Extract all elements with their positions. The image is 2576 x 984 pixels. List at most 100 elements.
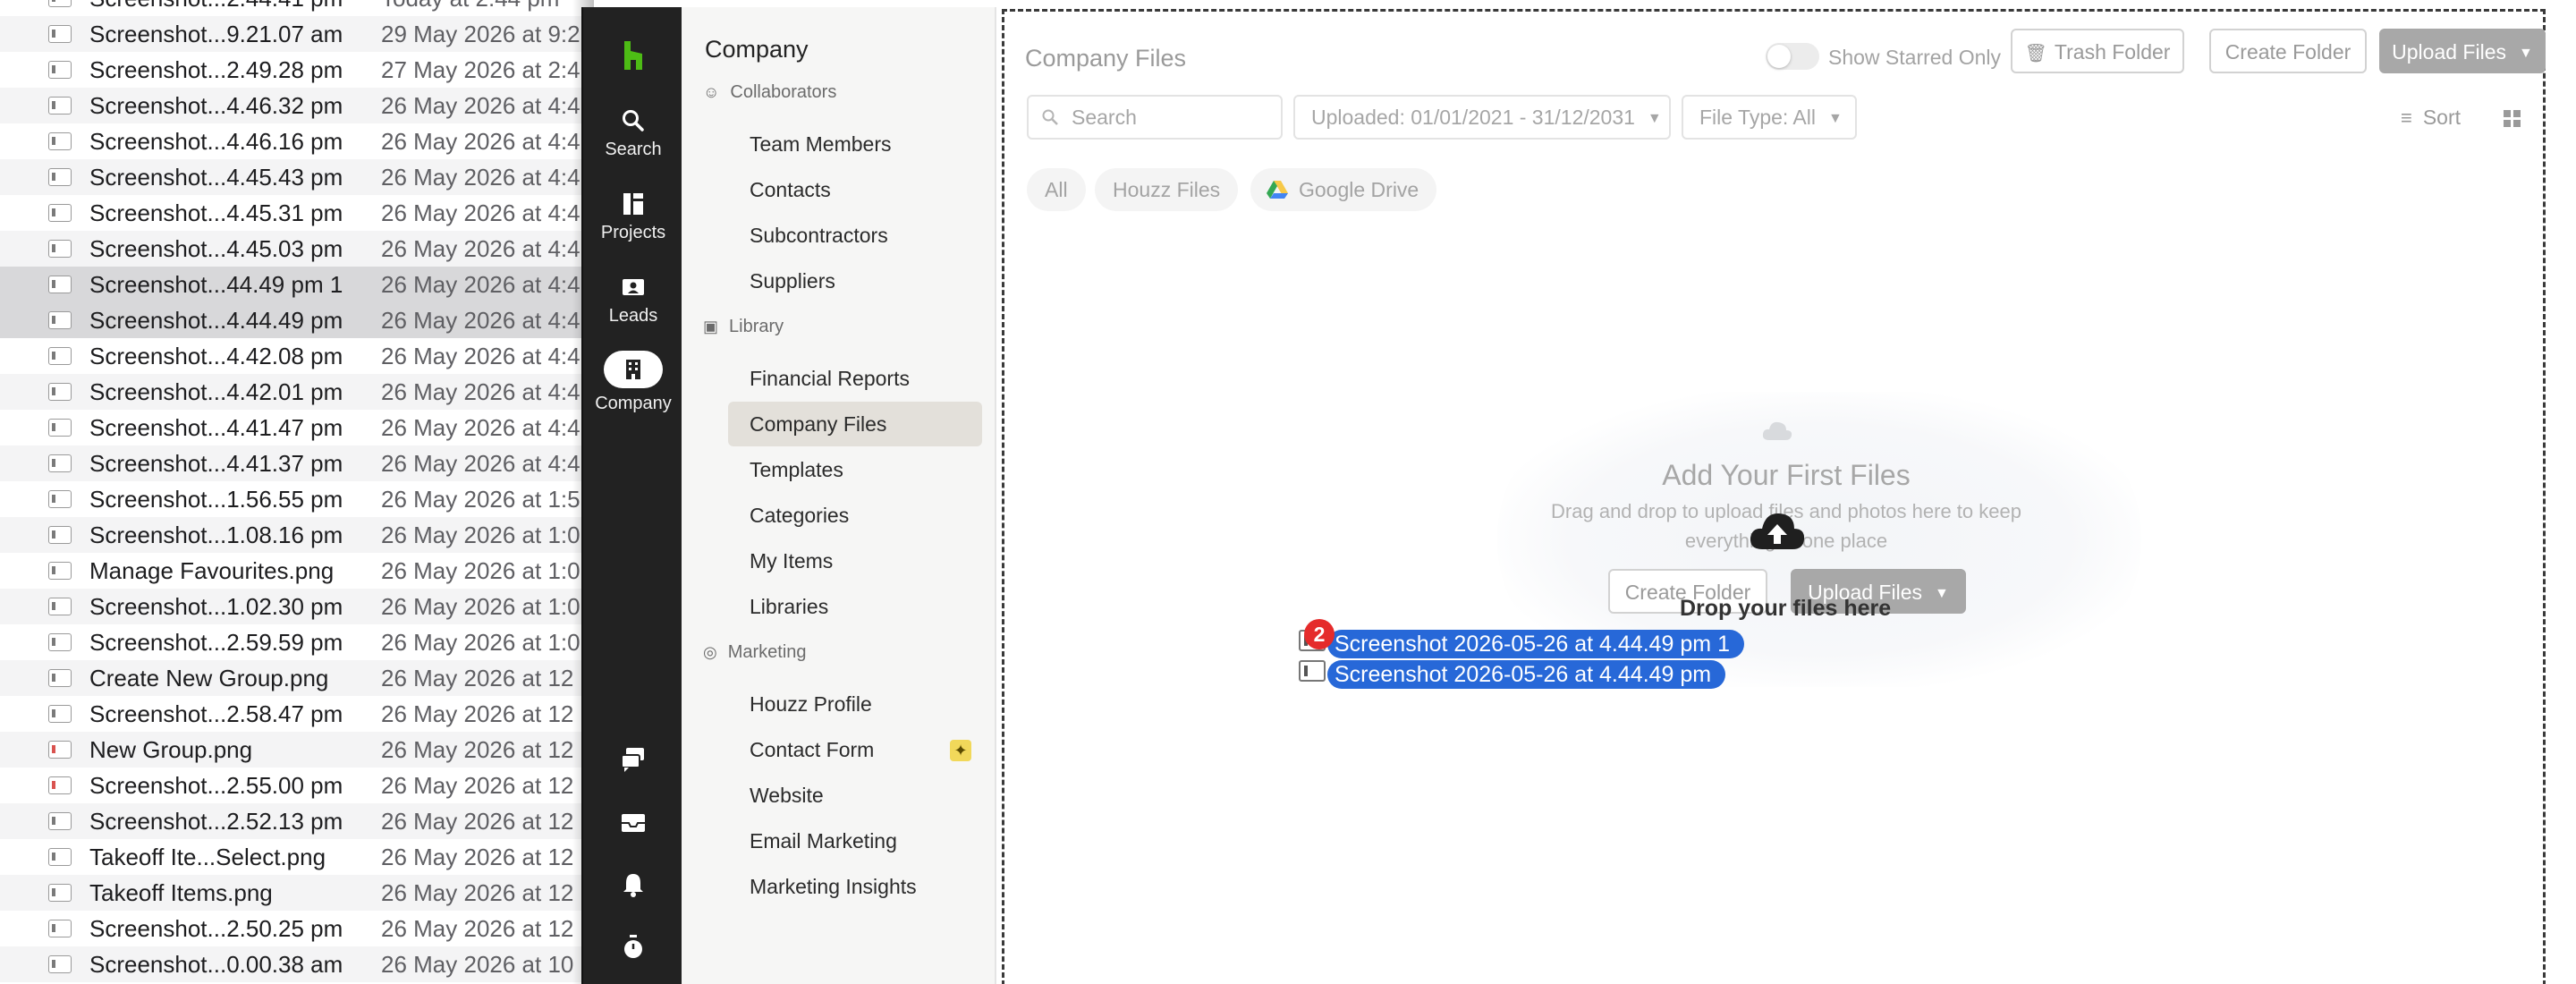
file-date: 26 May 2026 at 4:4 (381, 377, 580, 405)
finder-file-row[interactable]: Screenshot...4.42.08 pm 26 May 2026 at 4:… (0, 338, 590, 374)
chip-houzz-files[interactable]: Houzz Files (1095, 168, 1239, 211)
rail-item-leads[interactable]: Leads (583, 274, 683, 327)
rail-item-label: Search (605, 140, 662, 159)
file-icon (48, 633, 72, 651)
finder-file-row[interactable]: Takeoff Items.png 26 May 2026 at 12 (0, 875, 590, 911)
houzz-logo-icon[interactable] (615, 38, 651, 73)
file-name: Screenshot...1.56.55 pm (89, 485, 343, 513)
chip-google-drive[interactable]: Google Drive (1250, 168, 1437, 211)
sort-button[interactable]: ≡ Sort (2401, 106, 2461, 130)
grid-view-icon[interactable] (2503, 109, 2522, 129)
sidebar-item-houzz-profile[interactable]: Houzz Profile (728, 682, 982, 726)
drop-files-label: Drop your files here (1680, 596, 1892, 621)
finder-file-row[interactable]: Screenshot...4.41.37 pm 26 May 2026 at 4:… (0, 445, 590, 481)
file-date: 26 May 2026 at 12 (381, 843, 574, 870)
timer-icon[interactable] (621, 934, 646, 961)
file-date: 26 May 2026 at 12 (381, 735, 574, 763)
chip-all[interactable]: All (1027, 168, 1086, 211)
library-icon: ▣ (703, 318, 719, 335)
finder-file-row[interactable]: Screenshot...4.46.32 pm 26 May 2026 at 4:… (0, 88, 590, 123)
finder-file-row[interactable]: Screenshot...4.45.43 pm 26 May 2026 at 4:… (0, 159, 590, 195)
file-date: 26 May 2026 at 12 (381, 807, 574, 835)
file-icon (48, 669, 72, 687)
caret-down-icon: ▼ (2519, 45, 2533, 61)
finder-file-row[interactable]: Screenshot...4.45.31 pm 26 May 2026 at 4:… (0, 195, 590, 231)
rail-item-company[interactable]: Company (583, 351, 683, 414)
finder-file-row[interactable]: Screenshot...4.41.47 pm 26 May 2026 at 4:… (0, 410, 590, 445)
dragged-file-icon (1299, 660, 1326, 682)
section-label: Collaborators (730, 82, 837, 102)
finder-file-row[interactable]: Screenshot...2.44.41 pmToday at 2:44 pm (0, 0, 590, 16)
rail-item-label: Company (595, 394, 672, 413)
chat-icon[interactable] (619, 746, 648, 773)
file-name: Screenshot...2.52.13 pm (89, 807, 343, 835)
finder-file-row[interactable]: Screenshot...2.49.28 pm 27 May 2026 at 2:… (0, 52, 590, 88)
sidebar-item-categories[interactable]: Categories (728, 493, 982, 538)
search-input[interactable]: Search (1027, 95, 1283, 140)
finder-file-row[interactable]: Screenshot...1.02.30 pm 26 May 2026 at 1:… (0, 589, 590, 624)
sidebar-item-libraries[interactable]: Libraries (728, 584, 982, 629)
finder-file-row[interactable]: Screenshot...2.55.00 pm 26 May 2026 at 12 (0, 768, 590, 803)
filter-label: File Type: All (1699, 106, 1816, 129)
finder-file-row[interactable]: Create New Group.png 26 May 2026 at 12 (0, 660, 590, 696)
dragged-file-pill: Screenshot 2026-05-26 at 4.44.49 pm 1 (1327, 630, 1744, 658)
section-library: ▣ Library (703, 317, 784, 337)
finder-file-row[interactable]: Screenshot...0.00.38 am 26 May 2026 at 10 (0, 946, 590, 982)
sidebar-item-templates[interactable]: Templates (728, 447, 982, 492)
rail-item-projects[interactable]: Projects (583, 191, 683, 243)
finder-file-row[interactable]: Screenshot...4.42.01 pm 26 May 2026 at 4:… (0, 374, 590, 410)
chip-label: Google Drive (1299, 178, 1419, 201)
sidebar-item-company-files[interactable]: Company Files (728, 402, 982, 446)
sidebar-item-marketing-insights[interactable]: Marketing Insights (728, 864, 982, 909)
upload-files-button[interactable]: Upload Files ▼ (2379, 29, 2546, 73)
file-icon (48, 848, 72, 866)
finder-file-row[interactable]: New Group.png 26 May 2026 at 12 (0, 732, 590, 768)
finder-file-row[interactable]: Screenshot...2.59.59 pm 26 May 2026 at 1:… (0, 624, 590, 660)
inbox-icon[interactable] (619, 810, 648, 836)
file-date: 26 May 2026 at 4:4 (381, 163, 580, 191)
bell-icon[interactable] (621, 871, 646, 898)
finder-file-row[interactable]: Screenshot...2.52.13 pm 26 May 2026 at 12 (0, 803, 590, 839)
finder-file-row[interactable]: Screenshot...4.44.49 pm 26 May 2026 at 4:… (0, 302, 590, 338)
active-indicator (604, 351, 663, 388)
finder-file-row[interactable]: Screenshot...4.46.16 pm 26 May 2026 at 4:… (0, 123, 590, 159)
trash-folder-button[interactable]: 🗑 Trash Folder (2011, 29, 2184, 73)
finder-file-row[interactable]: Screenshot...44.49 pm 1 26 May 2026 at 4:… (0, 267, 590, 302)
file-icon (48, 741, 72, 759)
file-icon (48, 920, 72, 937)
sidebar-item-subcontractors[interactable]: Subcontractors (728, 213, 982, 258)
section-collaborators: ☺ Collaborators (703, 82, 836, 103)
finder-file-row[interactable]: Screenshot...2.58.47 pm 26 May 2026 at 12 (0, 696, 590, 732)
file-name: Screenshot...4.45.43 pm (89, 163, 343, 191)
file-type-filter[interactable]: File Type: All ▼ (1682, 95, 1857, 140)
finder-file-row[interactable]: Screenshot...9.21.07 am 29 May 2026 at 9:… (0, 16, 590, 52)
create-folder-button[interactable]: Create Folder (2209, 29, 2367, 73)
sidebar-item-suppliers[interactable]: Suppliers (728, 259, 982, 303)
sidebar-item-website[interactable]: Website (728, 773, 982, 818)
company-icon (626, 360, 640, 379)
sidebar-item-my-items[interactable]: My Items (728, 539, 982, 583)
finder-file-row[interactable]: Takeoff Ite...Select.png 26 May 2026 at 1… (0, 839, 590, 875)
file-name: Screenshot...2.44.41 pm (89, 0, 381, 13)
finder-file-row[interactable]: Screenshot...2.50.25 pm 26 May 2026 at 12 (0, 911, 590, 946)
starred-toggle-label: Show Starred Only (1828, 46, 2002, 69)
page-title: Company Files (1025, 45, 1187, 72)
finder-file-row[interactable]: Screenshot...1.08.16 pm 26 May 2026 at 1:… (0, 517, 590, 553)
finder-file-row[interactable]: Manage Favourites.png 26 May 2026 at 1:0 (0, 553, 590, 589)
sidebar-item-team-members[interactable]: Team Members (728, 122, 982, 166)
file-date: Today at 2:44 pm (381, 0, 559, 13)
finder-file-row[interactable]: Screenshot...1.56.55 pm 26 May 2026 at 1:… (0, 481, 590, 517)
sidebar-item-contact-form[interactable]: Contact Form ✦ (728, 727, 982, 772)
file-date: 26 May 2026 at 12 (381, 664, 574, 691)
filter-label: Uploaded: 01/01/2021 - 31/12/2031 (1311, 106, 1635, 129)
starred-toggle[interactable] (1766, 43, 1819, 70)
sidebar-item-email-marketing[interactable]: Email Marketing (728, 819, 982, 863)
file-date: 26 May 2026 at 4:4 (381, 342, 580, 369)
finder-file-row[interactable]: Screenshot...4.45.03 pm 26 May 2026 at 4:… (0, 231, 590, 267)
rail-item-search[interactable]: Search (583, 107, 683, 160)
file-name: Screenshot...2.50.25 pm (89, 914, 343, 942)
sidebar-item-contacts[interactable]: Contacts (728, 167, 982, 212)
sidebar-item-financial-reports[interactable]: Financial Reports (728, 356, 982, 401)
file-icon (48, 204, 72, 222)
uploaded-date-filter[interactable]: Uploaded: 01/01/2021 - 31/12/2031 ▼ (1293, 95, 1671, 140)
